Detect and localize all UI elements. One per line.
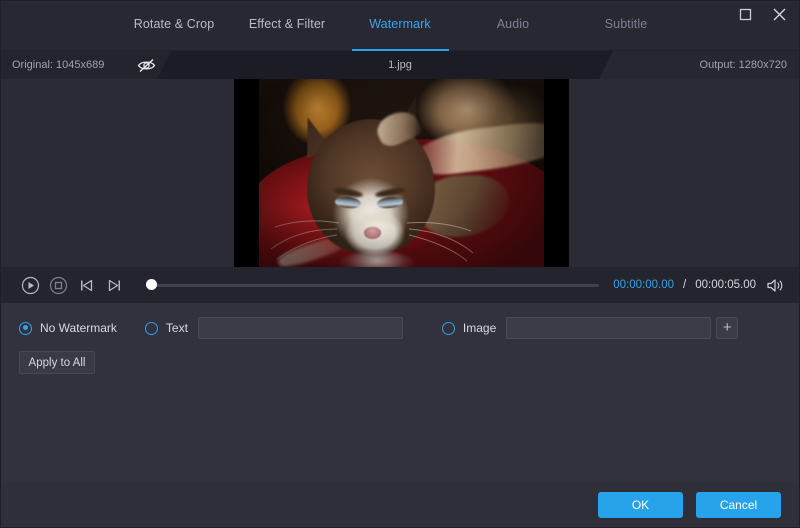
skip-next-icon[interactable] <box>104 275 124 295</box>
apply-to-all-button[interactable]: Apply to All <box>19 351 95 374</box>
watermark-image-path-input[interactable] <box>506 317 711 339</box>
tab-bar: Rotate & Crop Effect & Filter Watermark … <box>1 15 799 51</box>
output-resolution-label: Output: 1280x720 <box>700 59 799 71</box>
output-resolution-chip: Output: 1280x720 <box>599 51 799 79</box>
seek-track[interactable] <box>146 284 599 287</box>
preview-image-canvas <box>259 79 544 267</box>
tab-rotate-crop[interactable]: Rotate & Crop <box>118 15 231 51</box>
tab-effect-filter[interactable]: Effect & Filter <box>231 15 344 51</box>
stop-circle-icon[interactable] <box>48 275 68 295</box>
radio-text-watermark[interactable]: Text <box>145 321 188 335</box>
original-resolution-label: Original: 1045x689 <box>1 59 104 71</box>
plus-icon[interactable]: + <box>716 317 738 339</box>
radio-no-watermark-label: No Watermark <box>40 321 117 335</box>
seek-handle[interactable] <box>146 279 157 290</box>
radio-no-watermark-indicator[interactable] <box>19 322 32 335</box>
tab-subtitle[interactable]: Subtitle <box>570 15 683 51</box>
watermark-editor-window: Rotate & Crop Effect & Filter Watermark … <box>0 0 800 528</box>
radio-image-watermark-indicator[interactable] <box>442 322 455 335</box>
preview-area <box>1 79 799 267</box>
player-bar: 00:00:00.00 / 00:00:05.00 <box>1 267 799 303</box>
total-time: 00:00:05.00 <box>695 279 756 291</box>
eye-off-icon[interactable] <box>136 56 156 74</box>
tab-watermark[interactable]: Watermark <box>344 15 457 51</box>
radio-image-watermark[interactable]: Image <box>442 321 496 335</box>
radio-no-watermark[interactable]: No Watermark <box>19 321 117 335</box>
media-info-bar: Original: 1045x689 1.jpg Output: 1280x72… <box>1 51 799 79</box>
skip-previous-icon[interactable] <box>76 275 96 295</box>
play-circle-icon[interactable] <box>20 275 40 295</box>
time-display: 00:00:00.00 / 00:00:05.00 <box>613 276 799 294</box>
preview-image <box>259 79 544 267</box>
time-separator: / <box>683 279 686 291</box>
seek-slider[interactable] <box>146 275 599 295</box>
filename-container: 1.jpg <box>171 51 629 79</box>
tab-label: Watermark <box>369 17 431 31</box>
watermark-mode-row: No Watermark Text Image + <box>1 315 799 341</box>
apply-to-all-label: Apply to All <box>29 357 86 369</box>
filename-label: 1.jpg <box>388 59 412 71</box>
current-time: 00:00:00.00 <box>613 279 674 291</box>
radio-text-watermark-label: Text <box>166 321 188 335</box>
tab-audio[interactable]: Audio <box>457 15 570 51</box>
window-header: Rotate & Crop Effect & Filter Watermark … <box>1 1 799 51</box>
watermark-options-panel: No Watermark Text Image + Apply to All <box>1 303 799 484</box>
radio-image-watermark-label: Image <box>463 321 496 335</box>
playback-buttons <box>1 275 124 295</box>
ok-button[interactable]: OK <box>598 492 683 518</box>
volume-icon[interactable] <box>765 276 785 294</box>
tab-label: Audio <box>497 17 529 31</box>
tab-label: Effect & Filter <box>249 17 325 31</box>
radio-text-watermark-indicator[interactable] <box>145 322 158 335</box>
tab-label: Rotate & Crop <box>134 17 215 31</box>
dialog-footer: OK Cancel <box>1 483 799 527</box>
tab-label: Subtitle <box>605 17 648 31</box>
video-frame <box>234 79 569 267</box>
watermark-text-input[interactable] <box>198 317 403 339</box>
cancel-button[interactable]: Cancel <box>696 492 781 518</box>
